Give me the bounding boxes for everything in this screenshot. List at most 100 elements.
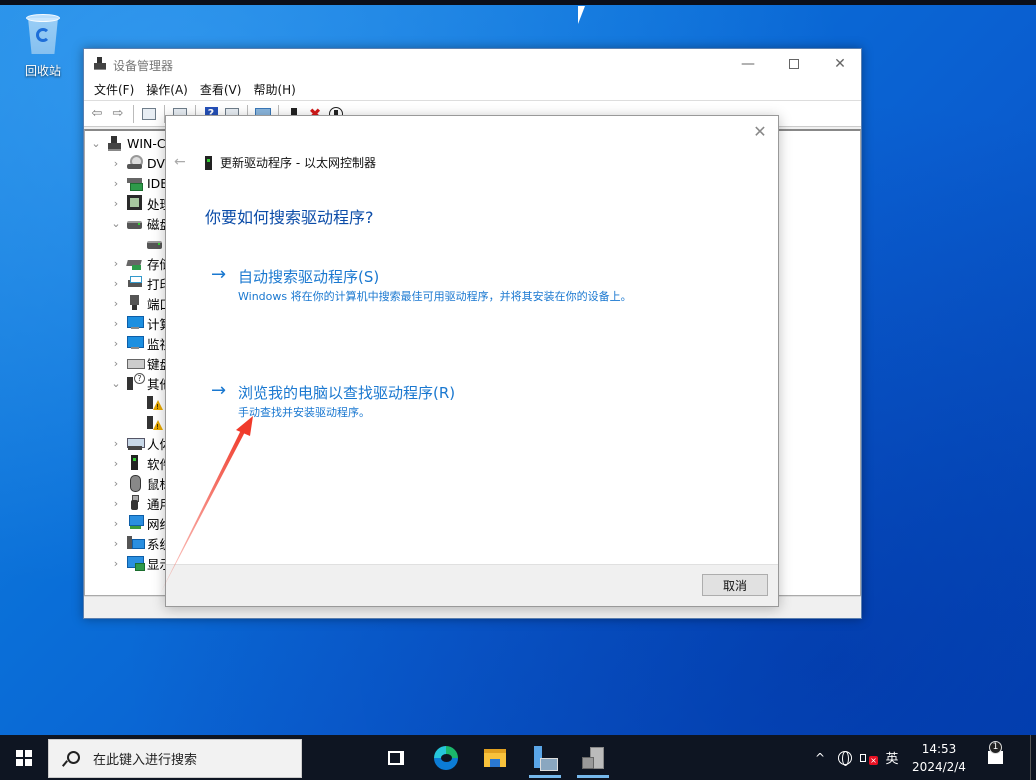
show-hidden-icons-button[interactable]: ^ bbox=[812, 735, 828, 780]
chevron-down-icon[interactable]: ⌄ bbox=[109, 377, 123, 390]
window-title: 设备管理器 bbox=[113, 59, 174, 73]
other-devices-icon bbox=[127, 373, 145, 391]
auto-search-title[interactable]: 自动搜索驱动程序(S) bbox=[238, 266, 379, 287]
forward-button[interactable]: ⇨ bbox=[109, 105, 127, 123]
dialog-footer: 取消 bbox=[166, 564, 778, 606]
tree-item[interactable]: › 网络 bbox=[109, 513, 172, 533]
maximize-icon bbox=[789, 59, 799, 69]
tree-item[interactable] bbox=[129, 413, 167, 433]
software-device-icon bbox=[127, 455, 143, 471]
device-manager-taskbar-button[interactable] bbox=[569, 735, 617, 780]
tree-item[interactable]: › 处理 bbox=[109, 193, 172, 213]
device-manager-icon bbox=[582, 746, 604, 769]
tree-item[interactable]: › 计算 bbox=[109, 313, 172, 333]
chevron-right-icon[interactable]: › bbox=[109, 257, 123, 270]
tree-item[interactable]: › IDE bbox=[109, 173, 168, 193]
server-manager-taskbar-button[interactable] bbox=[521, 735, 569, 780]
chevron-right-icon[interactable]: › bbox=[109, 477, 123, 490]
chevron-right-icon[interactable]: › bbox=[109, 457, 123, 470]
show-hide-console-tree-button[interactable] bbox=[140, 105, 158, 123]
arrow-right-icon: → bbox=[211, 264, 227, 285]
menu-action[interactable]: 操作(A) bbox=[140, 81, 194, 98]
mouse-cursor-icon bbox=[578, 6, 592, 24]
menu-file[interactable]: 文件(F) bbox=[88, 81, 140, 98]
task-view-icon bbox=[388, 750, 404, 765]
chevron-right-icon[interactable]: › bbox=[109, 297, 123, 310]
volume-button[interactable]: × bbox=[858, 735, 880, 780]
usb-icon bbox=[127, 495, 143, 511]
clock-date: 2024/2/4 bbox=[912, 759, 966, 774]
tree-item[interactable] bbox=[129, 233, 167, 253]
tree-item[interactable] bbox=[129, 393, 167, 413]
tree-item[interactable]: › 端口 bbox=[109, 293, 172, 313]
chevron-right-icon[interactable]: › bbox=[109, 437, 123, 450]
tree-item[interactable]: › 键盘 bbox=[109, 353, 172, 373]
chevron-right-icon[interactable]: › bbox=[109, 537, 123, 550]
chevron-right-icon[interactable]: › bbox=[109, 337, 123, 350]
tree-item[interactable]: › 鼠标 bbox=[109, 473, 172, 493]
tree-item[interactable]: › 监视 bbox=[109, 333, 172, 353]
tree-item[interactable]: › 系统 bbox=[109, 533, 172, 553]
update-driver-dialog: ✕ ← 更新驱动程序 - 以太网控制器 你要如何搜索驱动程序? → 自动搜索驱动… bbox=[165, 115, 779, 607]
monitor-icon bbox=[127, 335, 144, 351]
taskbar: 在此键入进行搜索 ^ × 英 14:53 2024/2/4 1 bbox=[0, 735, 1036, 780]
tree-item[interactable]: ⌄ 磁盘 bbox=[109, 213, 172, 233]
server-manager-icon bbox=[534, 745, 558, 771]
clock[interactable]: 14:53 2024/2/4 bbox=[905, 735, 973, 780]
dialog-question: 你要如何搜索驱动程序? bbox=[205, 208, 374, 227]
menu-help[interactable]: 帮助(H) bbox=[247, 81, 301, 98]
tree-item[interactable]: › 通用 bbox=[109, 493, 172, 513]
chevron-right-icon[interactable]: › bbox=[109, 177, 123, 190]
storage-controller-icon bbox=[127, 255, 143, 271]
input-method-indicator[interactable]: 英 bbox=[882, 735, 902, 780]
close-button[interactable]: ✕ bbox=[817, 49, 863, 79]
browse-computer-title[interactable]: 浏览我的电脑以查找驱动程序(R) bbox=[238, 382, 455, 403]
warning-device-icon bbox=[147, 415, 163, 431]
windows-logo-icon bbox=[16, 749, 32, 766]
chevron-right-icon[interactable]: › bbox=[109, 317, 123, 330]
task-view-button[interactable] bbox=[372, 735, 420, 780]
chevron-right-icon[interactable]: › bbox=[109, 557, 123, 570]
chevron-right-icon[interactable]: › bbox=[109, 157, 123, 170]
dialog-header-text: 更新驱动程序 - 以太网控制器 bbox=[220, 156, 376, 170]
tree-root[interactable]: ⌄ WIN-C bbox=[89, 133, 166, 153]
title-bar[interactable]: 设备管理器 — ✕ bbox=[84, 49, 861, 79]
start-button[interactable] bbox=[0, 735, 48, 780]
cancel-button[interactable]: 取消 bbox=[702, 574, 768, 596]
edge-taskbar-button[interactable] bbox=[422, 735, 470, 780]
chevron-right-icon[interactable]: › bbox=[109, 357, 123, 370]
tree-item[interactable]: › 显示 bbox=[109, 553, 172, 573]
tree-item[interactable]: › 人体 bbox=[109, 433, 172, 453]
taskbar-search-box[interactable]: 在此键入进行搜索 bbox=[48, 739, 302, 778]
maximize-button[interactable] bbox=[771, 49, 817, 79]
minimize-button[interactable]: — bbox=[725, 49, 771, 79]
tree-item[interactable]: ⌄其他 bbox=[109, 373, 172, 393]
tree-item[interactable]: › 软件 bbox=[109, 453, 172, 473]
chevron-right-icon[interactable]: › bbox=[109, 517, 123, 530]
recycle-bin-icon bbox=[24, 12, 62, 56]
menu-view[interactable]: 查看(V) bbox=[194, 81, 248, 98]
back-button[interactable]: ⇦ bbox=[88, 105, 106, 123]
dialog-close-button[interactable]: ✕ bbox=[750, 122, 770, 142]
file-explorer-taskbar-button[interactable] bbox=[471, 735, 519, 780]
mouse-icon bbox=[127, 475, 143, 492]
dialog-back-button[interactable]: ← bbox=[174, 154, 186, 170]
globe-no-network-icon bbox=[838, 750, 852, 766]
chevron-down-icon[interactable]: ⌄ bbox=[89, 137, 103, 150]
network-controller-icon bbox=[205, 155, 212, 170]
chevron-right-icon[interactable]: › bbox=[109, 497, 123, 510]
recycle-bin-shortcut[interactable]: 回收站 bbox=[14, 12, 72, 79]
tree-item[interactable]: › 打印 bbox=[109, 273, 172, 293]
processor-icon bbox=[127, 195, 143, 211]
show-desktop-button[interactable] bbox=[1030, 735, 1036, 780]
warning-device-icon bbox=[147, 395, 163, 411]
keyboard-icon bbox=[127, 355, 145, 371]
tree-item[interactable]: › 存储 bbox=[109, 253, 172, 273]
network-status-button[interactable] bbox=[835, 735, 855, 780]
action-center-button[interactable]: 1 bbox=[980, 735, 1010, 780]
chevron-right-icon[interactable]: › bbox=[109, 277, 123, 290]
display-adapter-icon bbox=[127, 555, 145, 571]
chevron-down-icon[interactable]: ⌄ bbox=[109, 217, 123, 230]
back-arrow-icon: ⇦ bbox=[91, 106, 103, 121]
chevron-right-icon[interactable]: › bbox=[109, 197, 123, 210]
